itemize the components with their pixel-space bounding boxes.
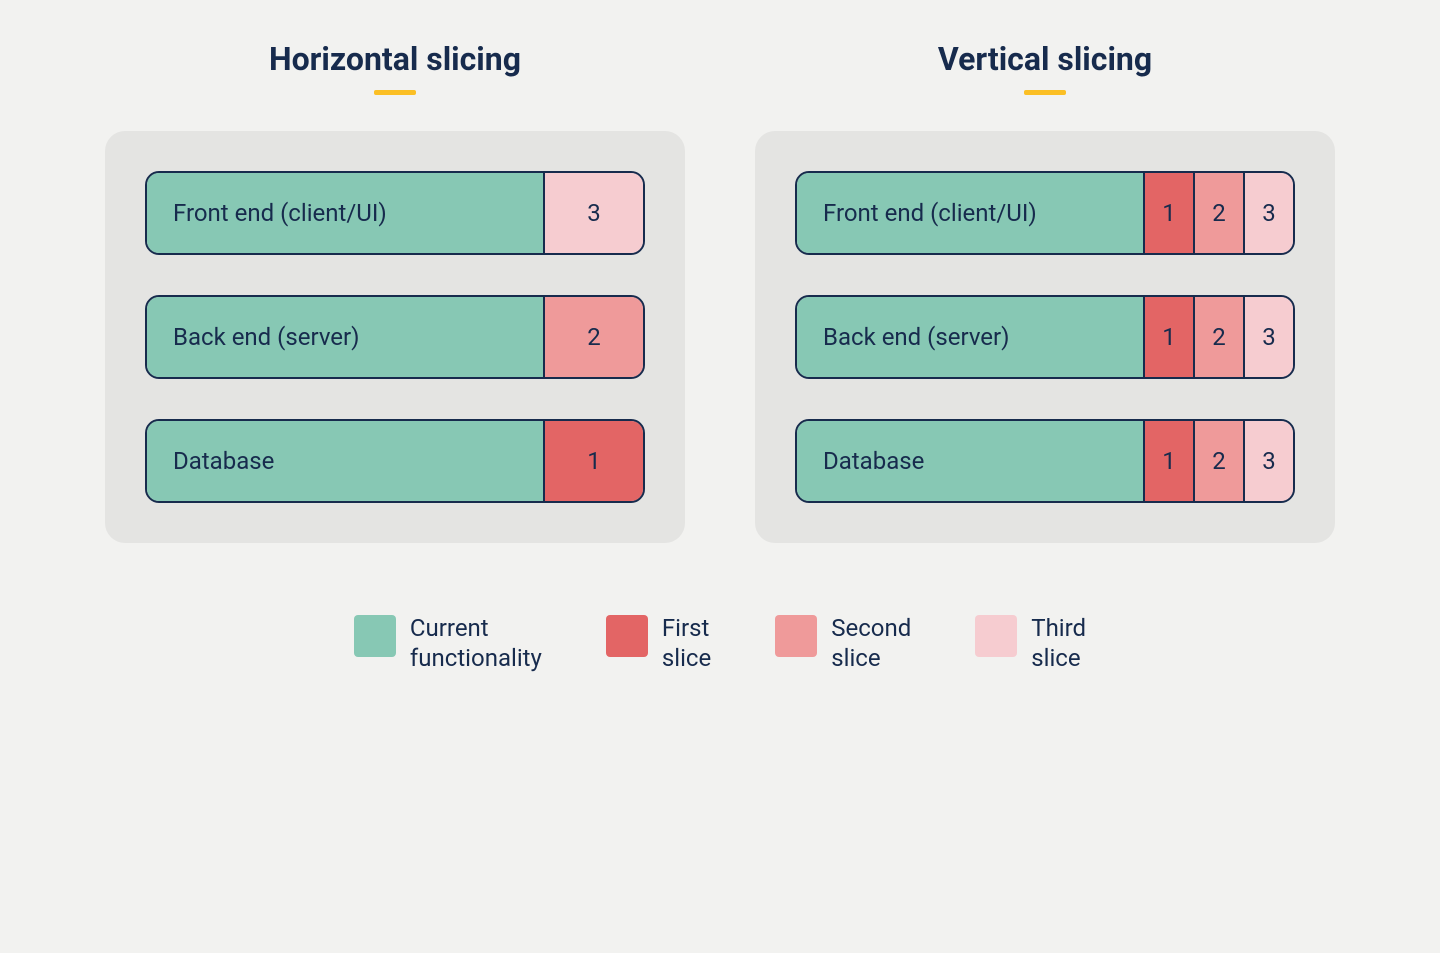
layer-row: Front end (client/UI) 3 [145, 171, 645, 255]
legend-label-line: slice [831, 644, 880, 672]
panel-horizontal: Front end (client/UI) 3 Back end (server… [105, 131, 685, 543]
slice-tag: 3 [1243, 173, 1293, 253]
legend-item: First slice [606, 613, 711, 673]
legend-label-line: Second [831, 614, 911, 642]
legend-item: Current functionality [354, 613, 542, 673]
panel-vertical: Front end (client/UI) 1 2 3 Back end (se… [755, 131, 1335, 543]
slice-tag: 2 [543, 297, 643, 377]
legend-swatch-icon [354, 615, 396, 657]
slice-tag: 3 [1243, 421, 1293, 501]
slice-tag: 3 [543, 173, 643, 253]
legend-label: Third slice [1031, 613, 1086, 673]
layer-row: Database 1 2 3 [795, 419, 1295, 503]
legend-label-line: Current [410, 614, 489, 642]
title-underline-icon [1024, 90, 1066, 95]
column-title-horizontal: Horizontal slicing [105, 40, 685, 78]
legend-label-line: First [662, 614, 709, 642]
legend-swatch-icon [606, 615, 648, 657]
layer-row: Front end (client/UI) 1 2 3 [795, 171, 1295, 255]
layer-row: Back end (server) 1 2 3 [795, 295, 1295, 379]
layer-label: Back end (server) [147, 297, 543, 377]
legend-label: Current functionality [410, 613, 542, 673]
column-horizontal: Horizontal slicing Front end (client/UI)… [105, 40, 685, 543]
legend: Current functionality First slice Second… [354, 613, 1086, 673]
slice-tag: 1 [1143, 421, 1193, 501]
legend-label-line: slice [662, 644, 711, 672]
layer-label: Front end (client/UI) [797, 173, 1143, 253]
legend-item: Second slice [775, 613, 911, 673]
legend-item: Third slice [975, 613, 1086, 673]
slice-tag: 3 [1243, 297, 1293, 377]
layer-label: Database [797, 421, 1143, 501]
slice-tag: 1 [1143, 173, 1193, 253]
column-title-vertical: Vertical slicing [755, 40, 1335, 78]
layer-row: Back end (server) 2 [145, 295, 645, 379]
title-underline-icon [374, 90, 416, 95]
legend-label: First slice [662, 613, 711, 673]
column-vertical: Vertical slicing Front end (client/UI) 1… [755, 40, 1335, 543]
layer-row: Database 1 [145, 419, 645, 503]
diagram-columns: Horizontal slicing Front end (client/UI)… [105, 40, 1335, 543]
layer-label: Front end (client/UI) [147, 173, 543, 253]
legend-swatch-icon [775, 615, 817, 657]
slice-tag: 2 [1193, 297, 1243, 377]
layer-label: Database [147, 421, 543, 501]
slice-tag: 2 [1193, 173, 1243, 253]
legend-label-line: Third [1031, 614, 1086, 642]
legend-label-line: functionality [410, 644, 542, 672]
legend-swatch-icon [975, 615, 1017, 657]
slice-tag: 2 [1193, 421, 1243, 501]
layer-label: Back end (server) [797, 297, 1143, 377]
slice-tag: 1 [1143, 297, 1193, 377]
legend-label: Second slice [831, 613, 911, 673]
slice-tag: 1 [543, 421, 643, 501]
legend-label-line: slice [1031, 644, 1080, 672]
